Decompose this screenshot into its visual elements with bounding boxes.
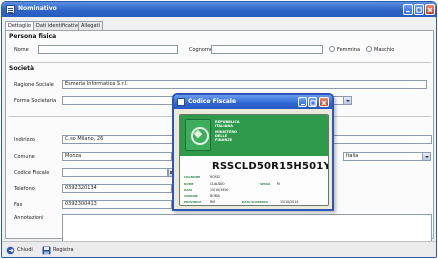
fax-field[interactable]: 0392300413 bbox=[62, 200, 172, 209]
card-field-value: CLAUDIO bbox=[210, 182, 225, 186]
minimize-button[interactable] bbox=[403, 4, 413, 15]
save-icon bbox=[42, 246, 51, 255]
comune-label: Comune bbox=[14, 154, 35, 160]
card-field-label: COGNOME bbox=[184, 175, 201, 179]
forma-societaria-label: Forma Societaria bbox=[14, 98, 57, 104]
dialog-titlebar: Codice Fiscale bbox=[174, 95, 332, 109]
ragione-sociale-field[interactable]: Esmeria Informatica S.r.l. bbox=[62, 80, 427, 89]
dialog-title: Codice Fiscale bbox=[188, 98, 237, 105]
radio-femmina-label: Femmina bbox=[337, 47, 361, 53]
card-field-label: NOME bbox=[184, 182, 194, 186]
card-scadenza-value: 15/10/2014 bbox=[280, 200, 299, 204]
codice-fiscale-label: Codice Fiscale bbox=[14, 170, 50, 176]
annotazioni-label: Annotazioni bbox=[14, 215, 44, 221]
chevron-down-icon[interactable] bbox=[422, 153, 430, 160]
card-sesso-label: SESSO bbox=[260, 182, 271, 186]
fax-label: Fax bbox=[14, 202, 23, 208]
cognome-field[interactable] bbox=[211, 45, 323, 54]
card-field-label: PROVINCIA bbox=[184, 200, 202, 204]
card-sesso-value: M bbox=[277, 182, 280, 186]
tax-code-card: REPUBBLICA ITALIANA MINISTERO DELLE FINA… bbox=[179, 114, 329, 206]
dialog-close-button[interactable] bbox=[319, 97, 329, 107]
statusbar: Chiudi Registra bbox=[2, 241, 436, 257]
telefono-label: Telefono bbox=[14, 186, 35, 192]
card-field-label: COMUNE bbox=[184, 194, 198, 198]
dialog-maximize-button[interactable] bbox=[308, 97, 317, 107]
exit-icon bbox=[6, 246, 15, 255]
radio-maschio[interactable] bbox=[366, 46, 372, 52]
radio-femmina[interactable] bbox=[329, 46, 335, 52]
registra-label: Registra bbox=[53, 247, 74, 253]
maximize-button[interactable] bbox=[414, 4, 424, 15]
registra-button[interactable]: Registra bbox=[42, 245, 74, 255]
nome-field[interactable] bbox=[38, 45, 178, 54]
codice-fiscale-dialog: Codice Fiscale REPUBBLICA ITALIANA MINIS… bbox=[172, 93, 334, 211]
codice-fiscale-field[interactable] bbox=[62, 168, 168, 177]
nazione-value: Italia bbox=[346, 153, 359, 159]
divider bbox=[9, 62, 431, 63]
tab-dati-identificativo[interactable]: Dati identificativo bbox=[33, 21, 84, 30]
ragione-sociale-label: Ragione Sociale bbox=[14, 82, 54, 88]
close-button[interactable] bbox=[425, 4, 435, 15]
card-field-label: DATA bbox=[184, 188, 193, 192]
card-field-value: 15/10/1950 bbox=[210, 188, 229, 192]
card-header-line: ITALIANA bbox=[215, 124, 234, 128]
card-scadenza-label: DATA SCADENZA bbox=[242, 200, 269, 204]
section-societa: Società bbox=[9, 65, 35, 72]
dialog-app-icon bbox=[177, 98, 185, 106]
republic-emblem-icon bbox=[185, 119, 211, 151]
nome-label: Nome bbox=[14, 47, 29, 53]
titlebar: Nominativo bbox=[2, 2, 436, 17]
annotazioni-textarea[interactable] bbox=[62, 214, 432, 242]
app-icon bbox=[6, 5, 15, 14]
telefono-field[interactable]: 0392320134 bbox=[62, 184, 172, 193]
card-field-value: ROSSI bbox=[210, 175, 220, 179]
dialog-minimize-button[interactable] bbox=[298, 97, 307, 107]
card-header-line: FINANZE bbox=[215, 138, 233, 142]
section-persona-fisica: Persona fisica bbox=[9, 33, 57, 40]
nazione-dropdown[interactable]: Italia bbox=[343, 152, 431, 161]
card-header: REPUBBLICA ITALIANA MINISTERO DELLE FINA… bbox=[180, 115, 328, 156]
window-title: Nominativo bbox=[18, 5, 57, 12]
cognome-label: Cognome bbox=[189, 47, 213, 53]
tax-code-value: RSSCLD50R15H501Y bbox=[212, 161, 329, 172]
tab-allegati[interactable]: Allegati bbox=[78, 21, 103, 30]
radio-maschio-label: Maschio bbox=[374, 47, 395, 53]
chiudi-button[interactable]: Chiudi bbox=[6, 245, 33, 255]
chevron-down-icon[interactable] bbox=[343, 97, 351, 104]
card-field-value: RM bbox=[210, 200, 215, 204]
card-field-value: ROMA bbox=[210, 194, 220, 198]
chiudi-label: Chiudi bbox=[17, 247, 33, 253]
comune-field[interactable]: Monza bbox=[62, 152, 172, 161]
indirizzo-label: Indirizzo bbox=[14, 137, 35, 143]
